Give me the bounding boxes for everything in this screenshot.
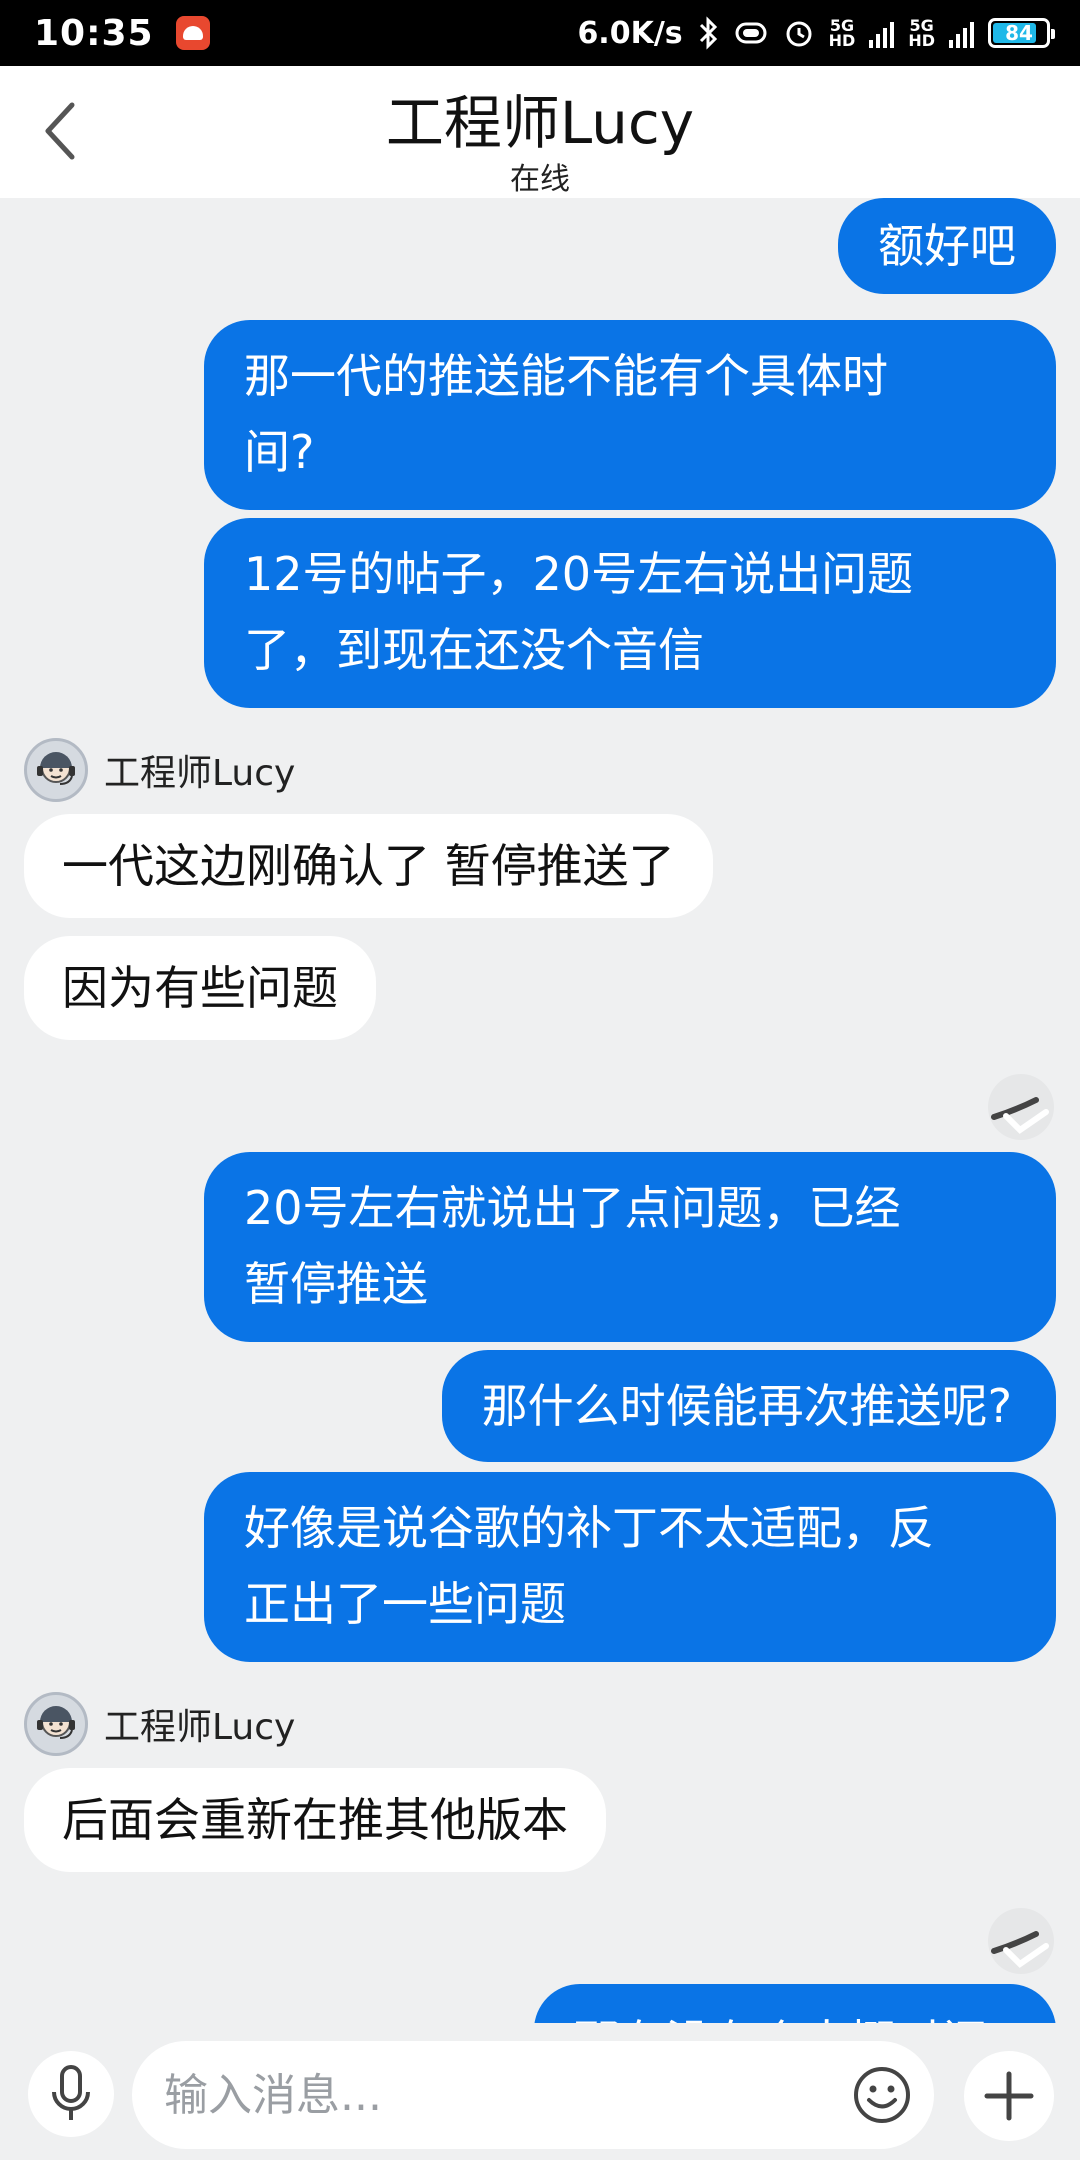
message-text-line: 了，到现在还没个音信 — [244, 623, 704, 677]
message-text: 那有没有个大概时间? — [574, 2015, 1012, 2023]
vibrate-icon — [735, 22, 767, 44]
microphone-icon — [52, 2065, 90, 2120]
outgoing-message[interactable]: 12号的帖子，20号左右说出问题 了，到现在还没个音信 — [204, 518, 1056, 708]
voice-button[interactable] — [28, 2051, 114, 2137]
message-text-line: 暂停推送 — [244, 1257, 428, 1311]
sender-name: 工程师Lucy — [104, 1707, 296, 1748]
more-options-button[interactable] — [964, 2051, 1054, 2141]
outgoing-message[interactable]: 额好吧 — [838, 198, 1056, 294]
incoming-message[interactable]: 后面会重新在推其他版本 — [24, 1768, 606, 1872]
network-speed: 6.0K/s — [577, 15, 683, 51]
app-notification-icon — [175, 16, 210, 50]
read-receipt-icon — [988, 1074, 1054, 1140]
message-input-bar — [0, 2023, 1080, 2160]
signal-bars-icon-2 — [949, 18, 974, 48]
plus-icon — [984, 2071, 1034, 2121]
message-text-line: 20号左右就说出了点问题，已经 — [244, 1181, 901, 1235]
sender-name: 工程师Lucy — [104, 753, 296, 794]
outgoing-message[interactable]: 那一代的推送能不能有个具体时 间? — [204, 320, 1056, 510]
message-text: 一代这边刚确认了 暂停推送了 — [62, 839, 675, 893]
message-text-line: 好像是说谷歌的补丁不太适配，反 — [244, 1501, 934, 1555]
alarm-icon — [786, 21, 812, 47]
sender-info: 工程师Lucy — [24, 1692, 295, 1756]
message-text: 后面会重新在推其他版本 — [62, 1793, 568, 1847]
message-text: 额好吧 — [878, 219, 1016, 273]
message-text-line: 那一代的推送能不能有个具体时 — [244, 349, 888, 403]
outgoing-message[interactable]: 那有没有个大概时间? — [533, 1984, 1056, 2023]
battery-level: 84 — [1005, 21, 1033, 45]
battery-icon: 84 — [988, 18, 1055, 48]
incoming-message[interactable]: 因为有些问题 — [24, 936, 376, 1040]
support-agent-icon — [37, 1706, 75, 1739]
sender-info: 工程师Lucy — [24, 738, 295, 802]
message-text-line: 12号的帖子，20号左右说出问题 — [244, 547, 914, 601]
chat-title: 工程师Lucy — [385, 89, 695, 157]
agent-avatar[interactable] — [24, 1692, 88, 1756]
emoji-icon — [854, 2067, 910, 2123]
network-type-label: 5G HD — [828, 16, 856, 50]
message-input[interactable] — [132, 2041, 934, 2149]
network-type-label-2: 5G HD — [908, 16, 935, 50]
agent-avatar[interactable] — [24, 738, 88, 802]
status-bar: 10:35 6.0K/s 5G HD 5G HD 84 — [0, 0, 1080, 66]
outgoing-message[interactable]: 20号左右就说出了点问题，已经 暂停推送 — [204, 1152, 1056, 1342]
bluetooth-icon — [699, 16, 717, 50]
emoji-button[interactable] — [850, 2063, 914, 2127]
message-text: 因为有些问题 — [62, 961, 338, 1015]
signal-bars-icon — [869, 18, 895, 48]
status-time: 10:35 — [34, 12, 154, 54]
message-list[interactable]: 额好吧 那一代的推送能不能有个具体时 间? 12号的帖子，20号左右说出问题 了… — [0, 198, 1080, 2023]
outgoing-message[interactable]: 那什么时候能再次推送呢? — [441, 1350, 1056, 1462]
message-text-line: 正出了一些问题 — [244, 1577, 566, 1631]
online-status: 在线 — [510, 162, 570, 197]
incoming-message[interactable]: 一代这边刚确认了 暂停推送了 — [24, 814, 713, 918]
read-receipt-icon — [988, 1908, 1054, 1974]
message-text: 那什么时候能再次推送呢? — [481, 1379, 1012, 1433]
outgoing-message[interactable]: 好像是说谷歌的补丁不太适配，反 正出了一些问题 — [204, 1472, 1056, 1662]
message-text-line: 间? — [244, 425, 315, 479]
chat-header: 工程师Lucy 在线 — [0, 66, 1080, 198]
support-agent-icon — [37, 752, 75, 785]
